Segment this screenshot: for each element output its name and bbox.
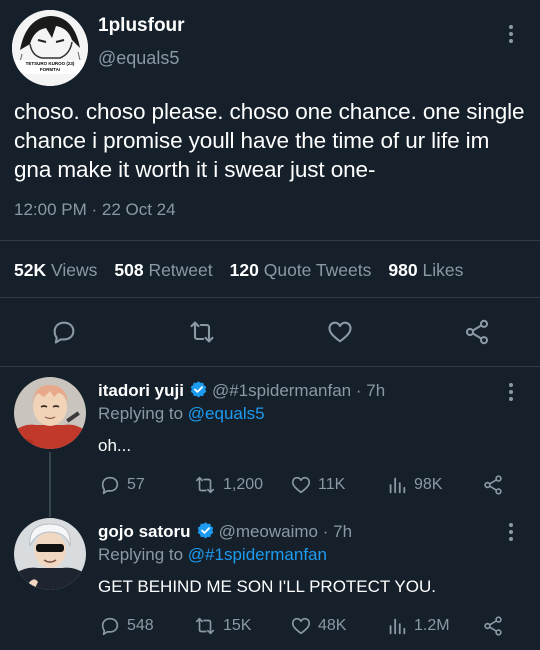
retweet-icon[interactable] bbox=[188, 318, 216, 346]
heart-icon[interactable] bbox=[326, 318, 354, 346]
like-action[interactable]: 11K bbox=[290, 474, 345, 496]
avatar-illustration bbox=[12, 10, 88, 86]
views-icon bbox=[389, 618, 406, 635]
share-icon bbox=[484, 475, 502, 495]
tweet-timestamp[interactable]: 12:00 PM · 22 Oct 24 bbox=[14, 200, 176, 220]
more-dots-icon[interactable] bbox=[508, 25, 514, 43]
share-icon[interactable] bbox=[463, 318, 491, 346]
replying-to: Replying to @#1spidermanfan bbox=[98, 545, 327, 565]
tweet-text: choso. choso please. choso one chance. o… bbox=[14, 99, 525, 182]
replying-prefix: Replying to bbox=[98, 404, 184, 423]
reply-icon[interactable] bbox=[50, 318, 78, 346]
replying-prefix: Replying to bbox=[98, 545, 184, 564]
avatar[interactable] bbox=[14, 518, 86, 590]
reply-icon bbox=[101, 476, 119, 495]
avatar-illustration bbox=[14, 518, 86, 590]
display-name[interactable]: 1plusfour bbox=[98, 15, 185, 37]
avatar[interactable]: TETSURO KUROO (23) FORMTAI bbox=[12, 10, 88, 86]
user-handle[interactable]: @equals5 bbox=[98, 48, 179, 69]
replying-to-link[interactable]: @equals5 bbox=[188, 404, 265, 423]
reply-icon bbox=[101, 617, 119, 636]
replying-to-link[interactable]: @#1spidermanfan bbox=[188, 545, 327, 564]
like-action[interactable]: 48K bbox=[290, 615, 346, 637]
views-action[interactable]: 1.2M bbox=[386, 615, 450, 637]
reply-count: 57 bbox=[127, 476, 145, 493]
user-handle[interactable]: @#1spidermanfan · 7h bbox=[212, 381, 385, 400]
avatar[interactable] bbox=[14, 377, 86, 449]
avatar-caption-line2: FORMTAI bbox=[39, 67, 61, 72]
likes-count: 980 bbox=[388, 260, 418, 280]
tweet-actions bbox=[0, 318, 540, 348]
quote-count: 120 bbox=[229, 260, 259, 280]
retweet-count: 508 bbox=[114, 260, 144, 280]
reply-actions: 548 15K 48K 1.2M bbox=[0, 615, 540, 637]
more-dots-icon[interactable] bbox=[508, 523, 514, 541]
like-count: 48K bbox=[318, 617, 347, 634]
like-count: 11K bbox=[318, 476, 346, 493]
retweet-label: Retweet bbox=[148, 260, 213, 280]
tweet-stats: 52K Views 508 Retweet 120 Quote Tweets 9… bbox=[14, 260, 480, 281]
share-icon bbox=[484, 616, 502, 636]
views-count: 52K bbox=[14, 260, 47, 280]
retweet-action[interactable]: 1,200 bbox=[193, 474, 263, 496]
reply-author[interactable]: itadori yuji @#1spidermanfan · 7h bbox=[98, 380, 385, 401]
reply-count: 548 bbox=[127, 617, 154, 634]
quote-stat[interactable]: 120 Quote Tweets bbox=[230, 260, 372, 281]
share-action[interactable] bbox=[482, 615, 504, 637]
views-stat[interactable]: 52K Views bbox=[14, 260, 97, 281]
avatar-caption: TETSURO KUROO (23) FORMTAI bbox=[12, 61, 88, 73]
reply-action[interactable]: 548 bbox=[99, 615, 154, 637]
avatar-illustration bbox=[14, 377, 86, 449]
retweet-icon bbox=[195, 617, 215, 635]
retweet-stat[interactable]: 508 Retweet bbox=[114, 260, 212, 281]
views-count: 98K bbox=[414, 476, 443, 493]
reply-actions: 57 1,200 11K 98K bbox=[0, 474, 540, 496]
display-name[interactable]: itadori yuji bbox=[98, 381, 184, 400]
divider bbox=[0, 240, 540, 241]
views-action[interactable]: 98K bbox=[386, 474, 442, 496]
heart-icon bbox=[291, 476, 311, 494]
retweet-count: 15K bbox=[223, 617, 252, 634]
verified-badge-icon bbox=[196, 521, 215, 540]
verified-badge-icon bbox=[189, 380, 208, 399]
reply-text: oh... bbox=[98, 436, 132, 455]
display-name[interactable]: gojo satoru bbox=[98, 522, 191, 541]
retweet-icon bbox=[195, 476, 215, 494]
user-handle[interactable]: @meowaimo · 7h bbox=[219, 522, 352, 541]
retweet-count: 1,200 bbox=[223, 476, 264, 493]
views-count: 1.2M bbox=[414, 617, 450, 634]
replying-to: Replying to @equals5 bbox=[98, 404, 265, 424]
likes-stat[interactable]: 980 Likes bbox=[388, 260, 463, 281]
share-action[interactable] bbox=[482, 474, 504, 496]
likes-label: Likes bbox=[422, 260, 464, 280]
reply-author[interactable]: gojo satoru @meowaimo · 7h bbox=[98, 521, 352, 542]
views-icon bbox=[389, 477, 406, 494]
reply-action[interactable]: 57 bbox=[99, 474, 145, 496]
heart-icon bbox=[291, 617, 311, 635]
retweet-action[interactable]: 15K bbox=[193, 615, 251, 637]
more-dots-icon[interactable] bbox=[508, 383, 514, 401]
divider bbox=[0, 297, 540, 298]
reply-text: GET BEHIND ME SON I'LL PROTECT YOU. bbox=[98, 577, 436, 596]
quote-label: Quote Tweets bbox=[263, 260, 372, 280]
views-label: Views bbox=[50, 260, 98, 280]
divider bbox=[0, 366, 540, 367]
